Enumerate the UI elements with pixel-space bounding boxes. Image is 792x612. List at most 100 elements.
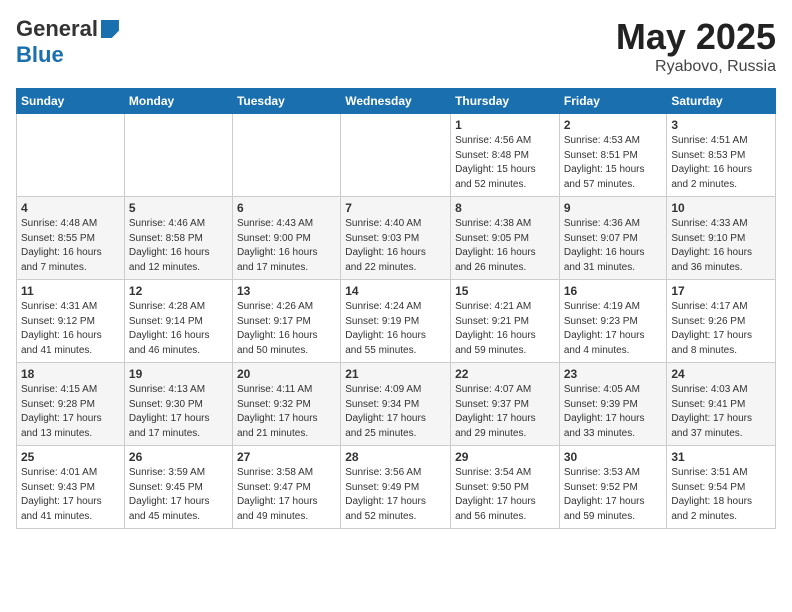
day-number: 8: [455, 201, 555, 215]
calendar-cell: 24 Sunrise: 4:03 AM Sunset: 9:41 PM Dayli…: [667, 363, 776, 446]
calendar-week-row: 1 Sunrise: 4:56 AM Sunset: 8:48 PM Daylig…: [17, 114, 776, 197]
calendar-cell: 15 Sunrise: 4:21 AM Sunset: 9:21 PM Dayli…: [451, 280, 560, 363]
day-number: 9: [564, 201, 663, 215]
calendar-week-row: 11Sunrise: 4:31 AM Sunset: 9:12 PM Dayli…: [17, 280, 776, 363]
calendar-cell: 31 Sunrise: 3:51 AM Sunset: 9:54 PM Dayli…: [667, 446, 776, 529]
day-number: 25: [21, 450, 120, 464]
day-number: 18: [21, 367, 120, 381]
col-sunday: Sunday: [17, 89, 125, 114]
calendar-cell: 20Sunrise: 4:11 AM Sunset: 9:32 PM Dayli…: [232, 363, 340, 446]
day-info: Sunrise: 4:51 AM Sunset: 8:53 PM Dayligh…: [671, 134, 771, 192]
calendar-table: Sunday Monday Tuesday Wednesday Thursday…: [16, 88, 776, 529]
calendar-cell: 25Sunrise: 4:01 AM Sunset: 9:43 PM Dayli…: [17, 446, 125, 529]
calendar-cell: 7 Sunrise: 4:40 AM Sunset: 9:03 PM Daylig…: [341, 197, 451, 280]
calendar-cell: 21 Sunrise: 4:09 AM Sunset: 9:34 PM Dayli…: [341, 363, 451, 446]
calendar-cell: 30 Sunrise: 3:53 AM Sunset: 9:52 PM Dayli…: [559, 446, 667, 529]
calendar-cell: 17Sunrise: 4:17 AM Sunset: 9:26 PM Dayli…: [667, 280, 776, 363]
day-info: Sunrise: 4:40 AM Sunset: 9:03 PM Dayligh…: [345, 217, 446, 275]
day-number: 31: [671, 450, 771, 464]
calendar-cell: 2 Sunrise: 4:53 AM Sunset: 8:51 PM Daylig…: [559, 114, 667, 197]
location-title: Ryabovo, Russia: [616, 58, 776, 76]
day-number: 16: [564, 284, 663, 298]
calendar-cell: [124, 114, 232, 197]
day-info: Sunrise: 4:13 AM Sunset: 9:30 PM Dayligh…: [129, 383, 228, 441]
calendar-week-row: 4 Sunrise: 4:48 AM Sunset: 8:55 PM Daylig…: [17, 197, 776, 280]
day-info: Sunrise: 4:05 AM Sunset: 9:39 PM Dayligh…: [564, 383, 663, 441]
day-number: 22: [455, 367, 555, 381]
day-info: Sunrise: 4:26 AM Sunset: 9:17 PM Dayligh…: [237, 300, 336, 358]
day-info: Sunrise: 4:43 AM Sunset: 9:00 PM Dayligh…: [237, 217, 336, 275]
day-number: 24: [671, 367, 771, 381]
calendar-cell: 16 Sunrise: 4:19 AM Sunset: 9:23 PM Dayli…: [559, 280, 667, 363]
day-number: 27: [237, 450, 336, 464]
logo-icon: [101, 20, 119, 38]
day-number: 12: [129, 284, 228, 298]
calendar-cell: [232, 114, 340, 197]
calendar-cell: 8Sunrise: 4:38 AM Sunset: 9:05 PM Daylig…: [451, 197, 560, 280]
day-number: 2: [564, 118, 663, 132]
col-monday: Monday: [124, 89, 232, 114]
title-section: May 2025 Ryabovo, Russia: [616, 16, 776, 76]
day-number: 21: [345, 367, 446, 381]
calendar-cell: 11Sunrise: 4:31 AM Sunset: 9:12 PM Dayli…: [17, 280, 125, 363]
day-number: 10: [671, 201, 771, 215]
calendar-week-row: 18 Sunrise: 4:15 AM Sunset: 9:28 PM Dayli…: [17, 363, 776, 446]
day-info: Sunrise: 4:19 AM Sunset: 9:23 PM Dayligh…: [564, 300, 663, 358]
calendar-cell: 22Sunrise: 4:07 AM Sunset: 9:37 PM Dayli…: [451, 363, 560, 446]
day-info: Sunrise: 4:53 AM Sunset: 8:51 PM Dayligh…: [564, 134, 663, 192]
calendar-cell: 1 Sunrise: 4:56 AM Sunset: 8:48 PM Daylig…: [451, 114, 560, 197]
calendar-cell: 3 Sunrise: 4:51 AM Sunset: 8:53 PM Daylig…: [667, 114, 776, 197]
day-number: 3: [671, 118, 771, 132]
day-info: Sunrise: 4:09 AM Sunset: 9:34 PM Dayligh…: [345, 383, 446, 441]
day-info: Sunrise: 4:56 AM Sunset: 8:48 PM Dayligh…: [455, 134, 555, 192]
calendar-week-row: 25Sunrise: 4:01 AM Sunset: 9:43 PM Dayli…: [17, 446, 776, 529]
day-info: Sunrise: 3:51 AM Sunset: 9:54 PM Dayligh…: [671, 466, 771, 524]
day-number: 30: [564, 450, 663, 464]
day-info: Sunrise: 4:36 AM Sunset: 9:07 PM Dayligh…: [564, 217, 663, 275]
day-number: 13: [237, 284, 336, 298]
day-number: 23: [564, 367, 663, 381]
day-number: 26: [129, 450, 228, 464]
day-info: Sunrise: 4:46 AM Sunset: 8:58 PM Dayligh…: [129, 217, 228, 275]
day-number: 29: [455, 450, 555, 464]
calendar-cell: 6 Sunrise: 4:43 AM Sunset: 9:00 PM Daylig…: [232, 197, 340, 280]
day-info: Sunrise: 3:53 AM Sunset: 9:52 PM Dayligh…: [564, 466, 663, 524]
day-number: 1: [455, 118, 555, 132]
day-info: Sunrise: 4:11 AM Sunset: 9:32 PM Dayligh…: [237, 383, 336, 441]
col-tuesday: Tuesday: [232, 89, 340, 114]
day-info: Sunrise: 3:58 AM Sunset: 9:47 PM Dayligh…: [237, 466, 336, 524]
day-number: 5: [129, 201, 228, 215]
calendar-cell: 12Sunrise: 4:28 AM Sunset: 9:14 PM Dayli…: [124, 280, 232, 363]
calendar-cell: 9 Sunrise: 4:36 AM Sunset: 9:07 PM Daylig…: [559, 197, 667, 280]
day-number: 14: [345, 284, 446, 298]
calendar-cell: 27 Sunrise: 3:58 AM Sunset: 9:47 PM Dayli…: [232, 446, 340, 529]
calendar-cell: 10 Sunrise: 4:33 AM Sunset: 9:10 PM Dayli…: [667, 197, 776, 280]
calendar-cell: 23 Sunrise: 4:05 AM Sunset: 9:39 PM Dayli…: [559, 363, 667, 446]
day-number: 4: [21, 201, 120, 215]
day-info: Sunrise: 3:54 AM Sunset: 9:50 PM Dayligh…: [455, 466, 555, 524]
day-number: 7: [345, 201, 446, 215]
calendar-cell: 29 Sunrise: 3:54 AM Sunset: 9:50 PM Dayli…: [451, 446, 560, 529]
col-friday: Friday: [559, 89, 667, 114]
day-info: Sunrise: 4:33 AM Sunset: 9:10 PM Dayligh…: [671, 217, 771, 275]
month-title: May 2025: [616, 16, 776, 58]
day-info: Sunrise: 4:15 AM Sunset: 9:28 PM Dayligh…: [21, 383, 120, 441]
calendar-cell: 18 Sunrise: 4:15 AM Sunset: 9:28 PM Dayli…: [17, 363, 125, 446]
day-number: 28: [345, 450, 446, 464]
day-info: Sunrise: 4:48 AM Sunset: 8:55 PM Dayligh…: [21, 217, 120, 275]
logo-general-text: General: [16, 16, 98, 42]
day-number: 6: [237, 201, 336, 215]
calendar-cell: 14Sunrise: 4:24 AM Sunset: 9:19 PM Dayli…: [341, 280, 451, 363]
day-number: 19: [129, 367, 228, 381]
col-wednesday: Wednesday: [341, 89, 451, 114]
calendar-cell: 26Sunrise: 3:59 AM Sunset: 9:45 PM Dayli…: [124, 446, 232, 529]
calendar-cell: 28 Sunrise: 3:56 AM Sunset: 9:49 PM Dayli…: [341, 446, 451, 529]
day-number: 17: [671, 284, 771, 298]
calendar-cell: [341, 114, 451, 197]
day-number: 15: [455, 284, 555, 298]
col-saturday: Saturday: [667, 89, 776, 114]
day-info: Sunrise: 3:56 AM Sunset: 9:49 PM Dayligh…: [345, 466, 446, 524]
day-info: Sunrise: 4:21 AM Sunset: 9:21 PM Dayligh…: [455, 300, 555, 358]
day-info: Sunrise: 4:03 AM Sunset: 9:41 PM Dayligh…: [671, 383, 771, 441]
col-thursday: Thursday: [451, 89, 560, 114]
